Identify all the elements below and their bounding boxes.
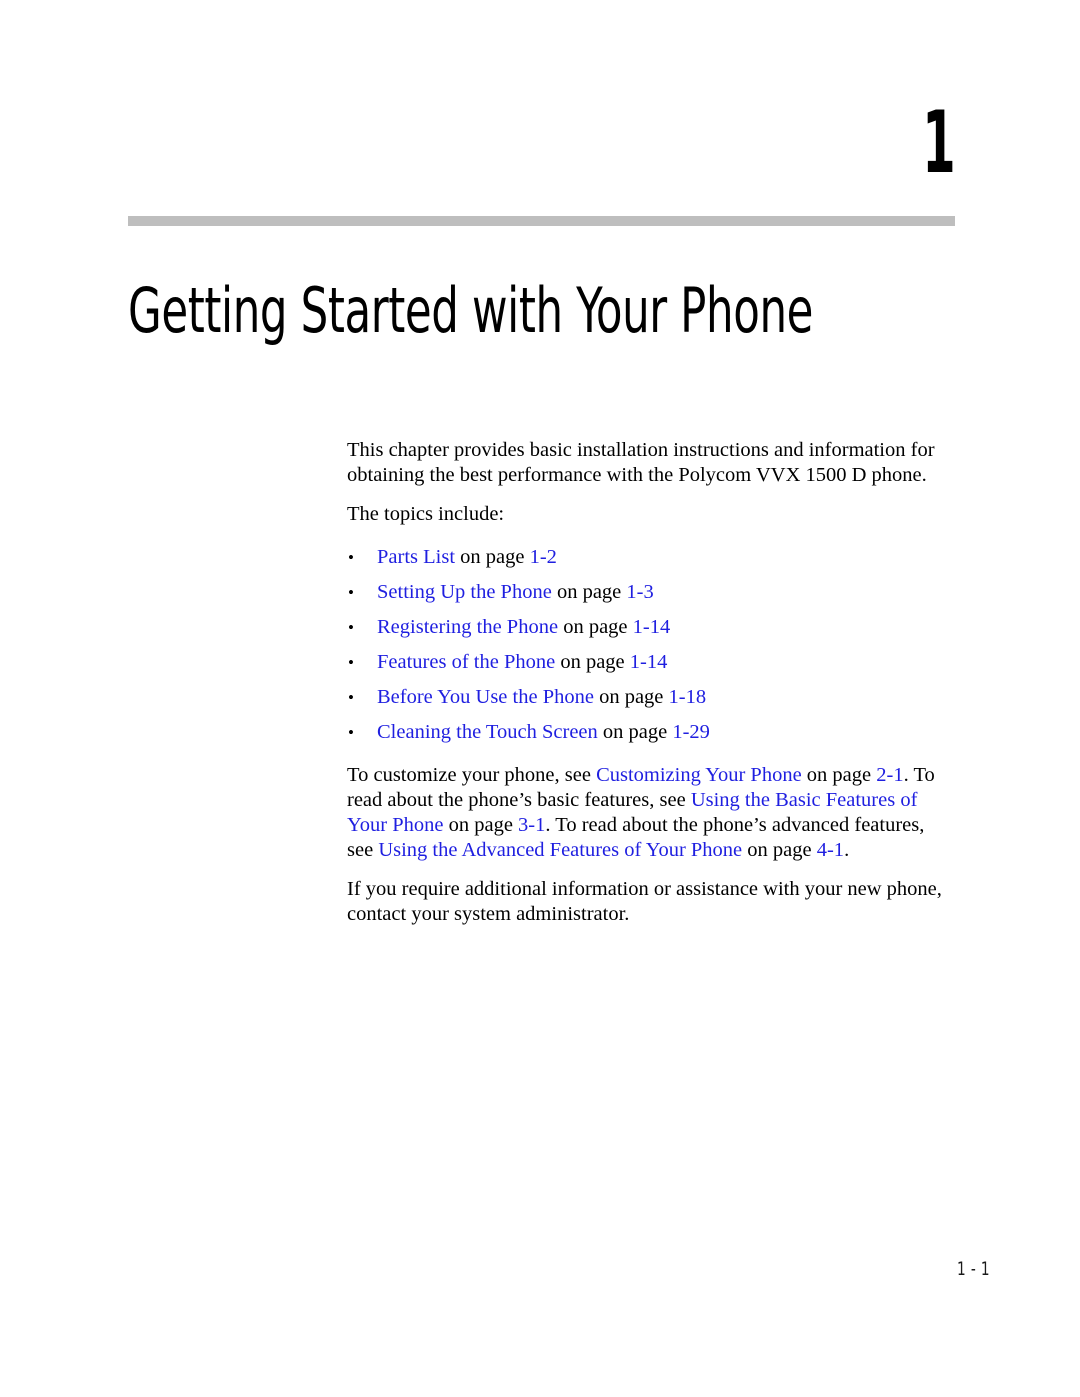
- cross-reference-paragraph: To customize your phone, see Customizing…: [347, 763, 952, 863]
- body-content: This chapter provides basic installation…: [347, 438, 952, 939]
- topic-page-number[interactable]: 1-2: [530, 546, 557, 568]
- bullet-icon: •: [348, 618, 354, 637]
- topic-on-page-label: on page: [593, 686, 669, 708]
- xref-page-4-1[interactable]: 4-1: [817, 839, 844, 861]
- list-item[interactable]: • Before You Use the Phone on page 1-18: [347, 685, 952, 710]
- xref-page-3-1[interactable]: 3-1: [518, 814, 545, 836]
- page-title: Getting Started with Your Phone: [128, 273, 814, 347]
- list-item[interactable]: • Parts List on page 1-2: [347, 545, 952, 570]
- list-item[interactable]: • Cleaning the Touch Screen on page 1-29: [347, 720, 952, 745]
- topic-on-page-label: on page: [551, 581, 627, 603]
- topic-page-number[interactable]: 1-18: [669, 686, 707, 708]
- topic-link[interactable]: Registering the Phone: [377, 616, 558, 638]
- topic-on-page-label: on page: [558, 616, 633, 638]
- xref-link-customizing[interactable]: Customizing Your Phone: [596, 764, 802, 786]
- xref-text-4: on page: [443, 814, 519, 836]
- title-divider-rule: [128, 216, 955, 226]
- bullet-icon: •: [348, 688, 354, 707]
- bullet-icon: •: [348, 653, 354, 672]
- xref-text-1: To customize your phone, see: [347, 764, 597, 786]
- topic-link[interactable]: Setting Up the Phone: [377, 581, 552, 603]
- list-item[interactable]: • Setting Up the Phone on page 1-3: [347, 580, 952, 605]
- bullet-icon: •: [348, 548, 354, 567]
- list-item[interactable]: • Features of the Phone on page 1-14: [347, 650, 952, 675]
- topic-link[interactable]: Before You Use the Phone: [377, 686, 594, 708]
- topic-on-page-label: on page: [455, 546, 530, 568]
- xref-text-2: on page: [801, 764, 877, 786]
- topic-link[interactable]: Parts List: [377, 546, 455, 568]
- footer-page-number: 1 - 1: [956, 1258, 990, 1280]
- topic-page-number[interactable]: 1-14: [633, 616, 671, 638]
- closing-paragraph: If you require additional information or…: [347, 878, 942, 925]
- topic-page-number[interactable]: 1-29: [672, 721, 710, 743]
- xref-text-7: .: [844, 839, 850, 861]
- topic-page-number[interactable]: 1-3: [626, 581, 653, 603]
- intro-paragraph: This chapter provides basic installation…: [347, 439, 935, 486]
- xref-link-advanced-features[interactable]: Using the Advanced Features of Your Phon…: [378, 839, 742, 861]
- list-item[interactable]: • Registering the Phone on page 1-14: [347, 615, 952, 640]
- chapter-number: 1: [922, 93, 955, 193]
- xref-text-6: on page: [742, 839, 817, 861]
- topic-on-page-label: on page: [597, 721, 673, 743]
- topics-lead-in: The topics include:: [347, 503, 505, 525]
- xref-page-2-1[interactable]: 2-1: [876, 764, 903, 786]
- topics-list: • Parts List on page 1-2 • Setting Up the …: [347, 545, 952, 745]
- bullet-icon: •: [348, 723, 354, 742]
- document-page: 1 Getting Started with Your Phone This c…: [0, 0, 1080, 1397]
- topic-link[interactable]: Features of the Phone: [377, 651, 555, 673]
- topic-page-number[interactable]: 1-14: [630, 651, 668, 673]
- topic-on-page-label: on page: [555, 651, 630, 673]
- bullet-icon: •: [348, 583, 354, 602]
- topic-link[interactable]: Cleaning the Touch Screen: [377, 721, 598, 743]
